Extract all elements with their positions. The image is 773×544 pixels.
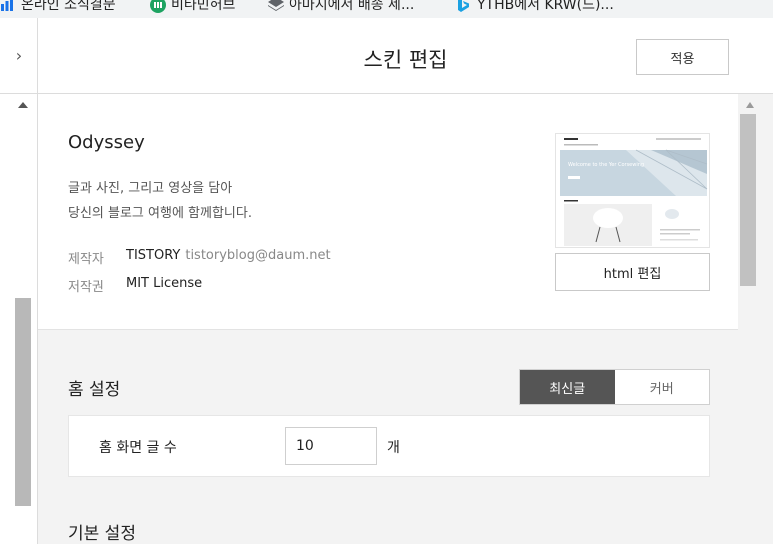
bing-icon [456, 0, 470, 12]
layers-icon [268, 0, 284, 11]
scrollbar-thumb[interactable] [15, 298, 31, 506]
segment-latest[interactable]: 최신글 [520, 370, 615, 404]
home-mode-toggle[interactable]: 최신글 커버 [519, 369, 710, 405]
license-row: 저작권 MIT License [68, 276, 202, 295]
scroll-up-arrow-icon[interactable] [18, 102, 28, 108]
author-email: tistoryblog@daum.net [185, 248, 331, 263]
posts-count-row: 홈 화면 글 수 개 [68, 415, 710, 477]
license-value: MIT License [126, 276, 203, 291]
chevron-right-icon: › [15, 46, 23, 65]
scrollbar-thumb[interactable] [740, 114, 756, 286]
skin-preview-image: Welcome to the Yer Corsewing [555, 133, 710, 248]
author-row: 제작자 TISTORY tistoryblog@daum.net [68, 248, 331, 267]
apply-button[interactable]: 적용 [636, 39, 729, 75]
bar-chart-icon [0, 0, 14, 11]
skin-info-card: Odyssey 글과 사진, 그리고 영상을 담아 당신의 블로그 여행에 함께… [38, 94, 738, 330]
scroll-up-arrow-icon[interactable] [746, 102, 754, 108]
bookmarks-bar: 온라인 소식결문 비타민허브 아마지에서 배송 제... YTHB에서 KRW(… [0, 0, 773, 18]
bookmark-label: 비타민허브 [171, 0, 236, 13]
preview-heading: Welcome to the Yer Corsewing [568, 162, 644, 168]
bookmark-survey[interactable]: 온라인 소식결문 [0, 0, 116, 15]
bookmark-label: 온라인 소식결문 [21, 0, 116, 13]
left-panel: › [0, 18, 38, 544]
green-circle-icon [150, 0, 166, 13]
author-label: 제작자 [68, 252, 104, 267]
bookmark-currency[interactable]: YTHB에서 KRW(드)... [456, 0, 614, 15]
posts-count-input[interactable] [285, 427, 377, 465]
bookmark-amazon[interactable]: 아마지에서 배송 제... [268, 0, 414, 15]
basic-settings-title: 기본 설정 [68, 524, 136, 544]
editor-header: 스킨 편집 적용 [38, 18, 773, 94]
skin-name: Odyssey [68, 132, 145, 153]
description-line: 글과 사진, 그리고 영상을 담아 [68, 181, 233, 196]
skin-description: 글과 사진, 그리고 영상을 담아 당신의 블로그 여행에 함께합니다. [68, 176, 252, 226]
posts-count-unit: 개 [387, 440, 400, 456]
expand-panel-button[interactable]: › [0, 18, 38, 94]
main-scrollbar[interactable] [738, 94, 773, 544]
posts-count-label: 홈 화면 글 수 [99, 440, 177, 456]
bookmark-label: YTHB에서 KRW(드)... [477, 0, 614, 13]
segment-cover[interactable]: 커버 [615, 370, 710, 404]
bookmark-vitaminhub[interactable]: 비타민허브 [150, 0, 235, 15]
home-settings-title: 홈 설정 [68, 380, 121, 400]
html-edit-button[interactable]: html 편집 [555, 253, 710, 291]
bookmark-label: 아마지에서 배송 제... [289, 0, 415, 13]
description-line: 당신의 블로그 여행에 함께합니다. [68, 206, 252, 221]
license-label: 저작권 [68, 280, 104, 295]
left-scrollbar[interactable] [14, 102, 32, 522]
author-name: TISTORY [126, 248, 181, 263]
